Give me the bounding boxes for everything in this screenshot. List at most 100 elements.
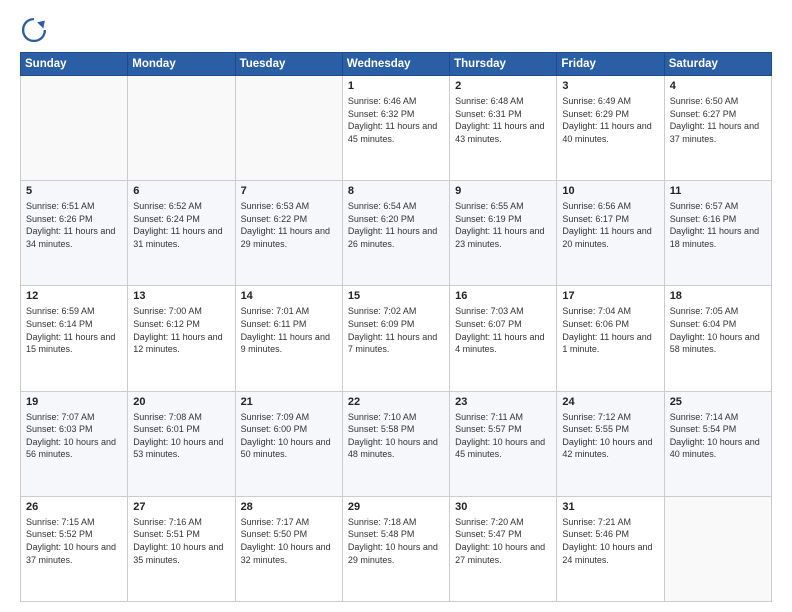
day-number: 4 bbox=[670, 80, 766, 92]
day-info: Sunrise: 7:07 AM Sunset: 6:03 PM Dayligh… bbox=[26, 411, 122, 461]
weekday-friday: Friday bbox=[557, 53, 664, 76]
day-number: 26 bbox=[26, 501, 122, 513]
calendar-cell: 23 Sunrise: 7:11 AM Sunset: 5:57 PM Dayli… bbox=[450, 391, 557, 496]
calendar-cell bbox=[235, 76, 342, 181]
calendar-cell: 25 Sunrise: 7:14 AM Sunset: 5:54 PM Dayli… bbox=[664, 391, 771, 496]
day-info: Sunrise: 7:18 AM Sunset: 5:48 PM Dayligh… bbox=[348, 516, 444, 566]
calendar-cell: 29 Sunrise: 7:18 AM Sunset: 5:48 PM Dayli… bbox=[342, 496, 449, 601]
day-info: Sunrise: 6:50 AM Sunset: 6:27 PM Dayligh… bbox=[670, 95, 766, 145]
logo bbox=[20, 16, 54, 44]
week-row-4: 19 Sunrise: 7:07 AM Sunset: 6:03 PM Dayli… bbox=[21, 391, 772, 496]
day-number: 20 bbox=[133, 396, 229, 408]
day-number: 15 bbox=[348, 290, 444, 302]
calendar-cell: 20 Sunrise: 7:08 AM Sunset: 6:01 PM Dayli… bbox=[128, 391, 235, 496]
day-number: 12 bbox=[26, 290, 122, 302]
day-number: 28 bbox=[241, 501, 337, 513]
calendar-header: SundayMondayTuesdayWednesdayThursdayFrid… bbox=[21, 53, 772, 76]
day-info: Sunrise: 6:52 AM Sunset: 6:24 PM Dayligh… bbox=[133, 200, 229, 250]
day-number: 17 bbox=[562, 290, 658, 302]
calendar-cell: 26 Sunrise: 7:15 AM Sunset: 5:52 PM Dayli… bbox=[21, 496, 128, 601]
calendar-table: SundayMondayTuesdayWednesdayThursdayFrid… bbox=[20, 52, 772, 602]
weekday-monday: Monday bbox=[128, 53, 235, 76]
day-number: 18 bbox=[670, 290, 766, 302]
weekday-saturday: Saturday bbox=[664, 53, 771, 76]
day-info: Sunrise: 7:04 AM Sunset: 6:06 PM Dayligh… bbox=[562, 305, 658, 355]
day-info: Sunrise: 6:56 AM Sunset: 6:17 PM Dayligh… bbox=[562, 200, 658, 250]
day-info: Sunrise: 7:08 AM Sunset: 6:01 PM Dayligh… bbox=[133, 411, 229, 461]
day-info: Sunrise: 6:46 AM Sunset: 6:32 PM Dayligh… bbox=[348, 95, 444, 145]
calendar-cell: 19 Sunrise: 7:07 AM Sunset: 6:03 PM Dayli… bbox=[21, 391, 128, 496]
calendar-cell: 27 Sunrise: 7:16 AM Sunset: 5:51 PM Dayli… bbox=[128, 496, 235, 601]
day-number: 16 bbox=[455, 290, 551, 302]
header bbox=[20, 16, 772, 44]
day-info: Sunrise: 7:11 AM Sunset: 5:57 PM Dayligh… bbox=[455, 411, 551, 461]
calendar-cell bbox=[21, 76, 128, 181]
day-info: Sunrise: 7:16 AM Sunset: 5:51 PM Dayligh… bbox=[133, 516, 229, 566]
day-info: Sunrise: 7:12 AM Sunset: 5:55 PM Dayligh… bbox=[562, 411, 658, 461]
calendar-cell: 1 Sunrise: 6:46 AM Sunset: 6:32 PM Daylig… bbox=[342, 76, 449, 181]
day-info: Sunrise: 7:21 AM Sunset: 5:46 PM Dayligh… bbox=[562, 516, 658, 566]
weekday-sunday: Sunday bbox=[21, 53, 128, 76]
weekday-tuesday: Tuesday bbox=[235, 53, 342, 76]
page: SundayMondayTuesdayWednesdayThursdayFrid… bbox=[0, 0, 792, 612]
day-info: Sunrise: 6:54 AM Sunset: 6:20 PM Dayligh… bbox=[348, 200, 444, 250]
day-number: 1 bbox=[348, 80, 444, 92]
day-info: Sunrise: 7:09 AM Sunset: 6:00 PM Dayligh… bbox=[241, 411, 337, 461]
day-number: 13 bbox=[133, 290, 229, 302]
day-info: Sunrise: 7:17 AM Sunset: 5:50 PM Dayligh… bbox=[241, 516, 337, 566]
calendar-cell: 11 Sunrise: 6:57 AM Sunset: 6:16 PM Dayli… bbox=[664, 181, 771, 286]
day-info: Sunrise: 6:57 AM Sunset: 6:16 PM Dayligh… bbox=[670, 200, 766, 250]
calendar-cell: 14 Sunrise: 7:01 AM Sunset: 6:11 PM Dayli… bbox=[235, 286, 342, 391]
calendar-cell: 2Sunrise: 6:48 AM Sunset: 6:31 PM Daylig… bbox=[450, 76, 557, 181]
calendar-cell: 31 Sunrise: 7:21 AM Sunset: 5:46 PM Dayli… bbox=[557, 496, 664, 601]
calendar-cell: 7Sunrise: 6:53 AM Sunset: 6:22 PM Daylig… bbox=[235, 181, 342, 286]
day-info: Sunrise: 7:14 AM Sunset: 5:54 PM Dayligh… bbox=[670, 411, 766, 461]
day-number: 23 bbox=[455, 396, 551, 408]
day-info: Sunrise: 6:51 AM Sunset: 6:26 PM Dayligh… bbox=[26, 200, 122, 250]
calendar-cell: 4 Sunrise: 6:50 AM Sunset: 6:27 PM Daylig… bbox=[664, 76, 771, 181]
day-info: Sunrise: 7:15 AM Sunset: 5:52 PM Dayligh… bbox=[26, 516, 122, 566]
day-number: 19 bbox=[26, 396, 122, 408]
calendar-cell: 30 Sunrise: 7:20 AM Sunset: 5:47 PM Dayli… bbox=[450, 496, 557, 601]
day-number: 27 bbox=[133, 501, 229, 513]
day-info: Sunrise: 6:48 AM Sunset: 6:31 PM Dayligh… bbox=[455, 95, 551, 145]
day-info: Sunrise: 7:20 AM Sunset: 5:47 PM Dayligh… bbox=[455, 516, 551, 566]
calendar-cell: 9Sunrise: 6:55 AM Sunset: 6:19 PM Daylig… bbox=[450, 181, 557, 286]
day-info: Sunrise: 6:49 AM Sunset: 6:29 PM Dayligh… bbox=[562, 95, 658, 145]
day-number: 24 bbox=[562, 396, 658, 408]
calendar-cell: 8Sunrise: 6:54 AM Sunset: 6:20 PM Daylig… bbox=[342, 181, 449, 286]
calendar-cell bbox=[128, 76, 235, 181]
day-number: 6 bbox=[133, 185, 229, 197]
day-number: 31 bbox=[562, 501, 658, 513]
calendar-cell: 22Sunrise: 7:10 AM Sunset: 5:58 PM Dayli… bbox=[342, 391, 449, 496]
day-info: Sunrise: 7:01 AM Sunset: 6:11 PM Dayligh… bbox=[241, 305, 337, 355]
day-number: 29 bbox=[348, 501, 444, 513]
day-number: 21 bbox=[241, 396, 337, 408]
weekday-header-row: SundayMondayTuesdayWednesdayThursdayFrid… bbox=[21, 53, 772, 76]
day-info: Sunrise: 7:10 AM Sunset: 5:58 PM Dayligh… bbox=[348, 411, 444, 461]
day-number: 3 bbox=[562, 80, 658, 92]
calendar-cell: 24 Sunrise: 7:12 AM Sunset: 5:55 PM Dayli… bbox=[557, 391, 664, 496]
day-info: Sunrise: 6:59 AM Sunset: 6:14 PM Dayligh… bbox=[26, 305, 122, 355]
calendar-cell: 18Sunrise: 7:05 AM Sunset: 6:04 PM Dayli… bbox=[664, 286, 771, 391]
day-number: 25 bbox=[670, 396, 766, 408]
calendar-cell: 12 Sunrise: 6:59 AM Sunset: 6:14 PM Dayli… bbox=[21, 286, 128, 391]
day-number: 7 bbox=[241, 185, 337, 197]
day-number: 14 bbox=[241, 290, 337, 302]
calendar-cell: 5Sunrise: 6:51 AM Sunset: 6:26 PM Daylig… bbox=[21, 181, 128, 286]
day-info: Sunrise: 7:03 AM Sunset: 6:07 PM Dayligh… bbox=[455, 305, 551, 355]
day-number: 10 bbox=[562, 185, 658, 197]
calendar-cell: 10 Sunrise: 6:56 AM Sunset: 6:17 PM Dayli… bbox=[557, 181, 664, 286]
logo-icon bbox=[20, 16, 48, 44]
calendar-cell: 15Sunrise: 7:02 AM Sunset: 6:09 PM Dayli… bbox=[342, 286, 449, 391]
day-number: 30 bbox=[455, 501, 551, 513]
day-info: Sunrise: 7:00 AM Sunset: 6:12 PM Dayligh… bbox=[133, 305, 229, 355]
calendar-cell: 21 Sunrise: 7:09 AM Sunset: 6:00 PM Dayli… bbox=[235, 391, 342, 496]
day-number: 11 bbox=[670, 185, 766, 197]
day-number: 9 bbox=[455, 185, 551, 197]
weekday-thursday: Thursday bbox=[450, 53, 557, 76]
calendar-cell: 16 Sunrise: 7:03 AM Sunset: 6:07 PM Dayli… bbox=[450, 286, 557, 391]
week-row-3: 12 Sunrise: 6:59 AM Sunset: 6:14 PM Dayli… bbox=[21, 286, 772, 391]
calendar-body: 1 Sunrise: 6:46 AM Sunset: 6:32 PM Daylig… bbox=[21, 76, 772, 602]
calendar-cell: 6 Sunrise: 6:52 AM Sunset: 6:24 PM Daylig… bbox=[128, 181, 235, 286]
